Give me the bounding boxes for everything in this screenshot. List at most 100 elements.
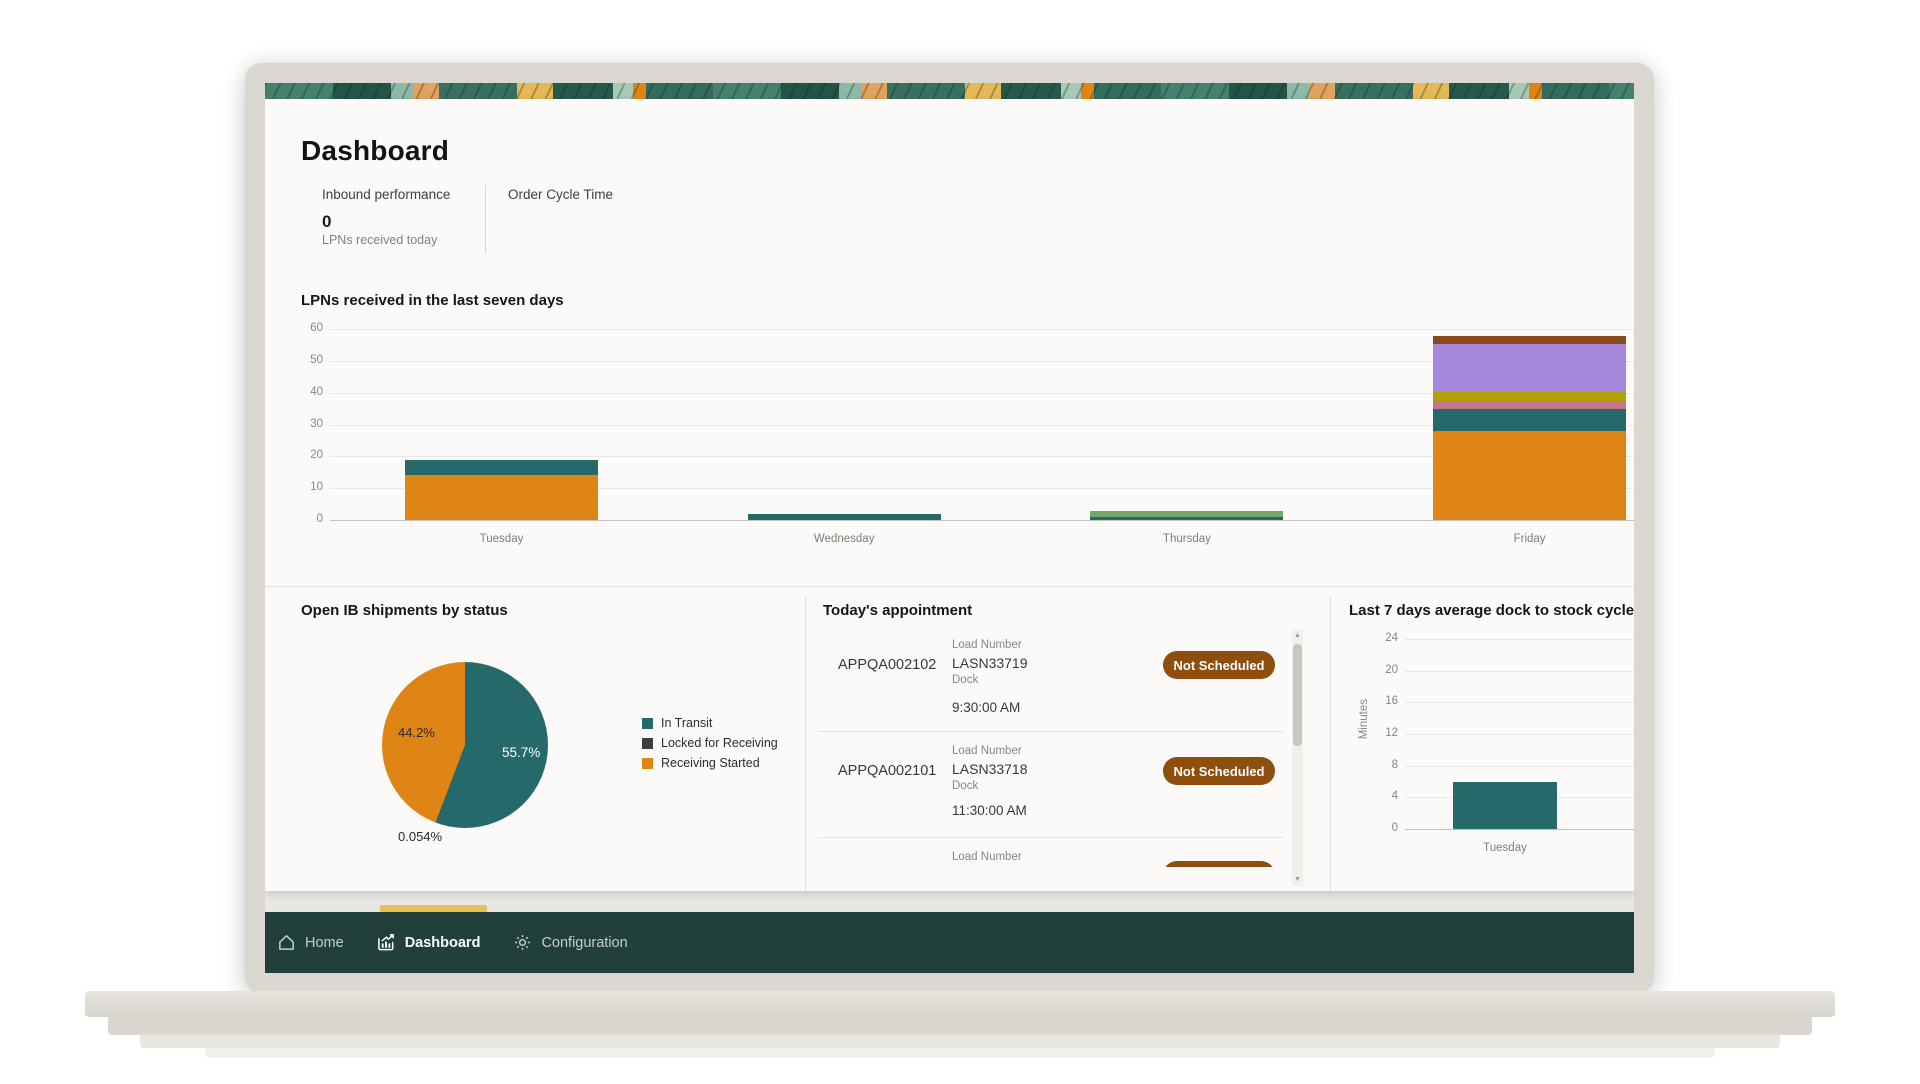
appointment-id: APPQA002102: [838, 657, 936, 673]
load-number-label: Load Number: [952, 851, 1022, 863]
gridline: [1405, 829, 1634, 830]
y-tick-label: 16: [1358, 695, 1398, 707]
tab-divider: [485, 185, 486, 253]
legend-label-locked-for-receiving: Locked for Receiving: [661, 736, 778, 750]
load-number-value: LASN33718: [952, 761, 1028, 777]
legend-swatch-locked-for-receiving: [642, 738, 653, 749]
load-number-label: Load Number: [952, 639, 1022, 651]
decorative-banner: [265, 83, 1634, 99]
nav-item-home[interactable]: Home: [277, 933, 344, 952]
gridline: [1405, 766, 1634, 767]
row-divider: [818, 837, 1283, 838]
y-tick-label: 30: [283, 418, 323, 430]
chart-title-lpns-last-seven-days: LPNs received in the last seven days: [301, 292, 564, 309]
x-tick-label: Thursday: [1090, 533, 1283, 545]
load-number-value: LASN33719: [952, 655, 1028, 671]
app-screen: Dashboard Inbound performance Order Cycl…: [265, 83, 1634, 973]
x-tick-label: Friday: [1433, 533, 1626, 545]
status-badge-not-scheduled: Not Scheduled: [1163, 757, 1275, 785]
panel-divider: [1330, 596, 1331, 891]
pie-label-receiving-started: 44.2%: [398, 725, 435, 740]
page-title: Dashboard: [301, 135, 449, 167]
kpi-lpns-received-value: 0: [322, 212, 331, 232]
y-tick-label: 20: [1358, 664, 1398, 676]
chart-title-dock-to-stock: Last 7 days average dock to stock cycle …: [1349, 602, 1634, 619]
bar-segment: [1433, 401, 1626, 409]
y-tick-label: 10: [283, 481, 323, 493]
scrollbar-up-arrow-icon[interactable]: ▲: [1292, 629, 1303, 642]
nav-label-configuration: Configuration: [541, 935, 627, 951]
lpns-bar-chart: 0102030405060TuesdayWednesdayThursdayFri…: [330, 329, 1634, 520]
list-clip-overlay: [818, 867, 1288, 891]
bar-segment: [1090, 511, 1283, 517]
legend-label-in-transit: In Transit: [661, 716, 712, 730]
gridline: [330, 329, 1634, 330]
bar-segment: [1433, 344, 1626, 392]
appointments-title: Today's appointment: [823, 602, 972, 619]
nav-label-home: Home: [305, 935, 344, 951]
appointment-time: 9:30:00 AM: [952, 700, 1020, 715]
bar-segment: [405, 475, 598, 520]
bar-segment: [1433, 392, 1626, 401]
bar-segment: [1433, 336, 1626, 344]
nav-item-configuration[interactable]: Configuration: [513, 933, 627, 952]
legend-swatch-receiving-started: [642, 758, 653, 769]
y-tick-label: 0: [1358, 822, 1398, 834]
bar-segment: [405, 460, 598, 476]
y-tick-label: 50: [283, 354, 323, 366]
dock-to-stock-bar-chart: 04812162024Tuesday: [1405, 639, 1634, 829]
y-tick-label: 60: [283, 322, 323, 334]
laptop-base: [85, 991, 1835, 1017]
legend-label-receiving-started: Receiving Started: [661, 756, 760, 770]
bottom-nav: Home Dashboard Configuration: [265, 912, 1634, 973]
section-divider: [265, 586, 1634, 587]
y-tick-label: 40: [283, 386, 323, 398]
legend-item-receiving-started: Receiving Started: [642, 756, 760, 770]
gear-icon: [513, 933, 532, 952]
active-tab-indicator: [380, 905, 487, 912]
scrollbar-down-arrow-icon[interactable]: ▼: [1292, 873, 1303, 886]
appointments-scrollbar[interactable]: ▲ ▼: [1292, 629, 1303, 886]
y-tick-label: 24: [1358, 632, 1398, 644]
gridline: [1405, 702, 1634, 703]
bar-segment: [1433, 431, 1626, 520]
y-tick-label: 12: [1358, 727, 1398, 739]
status-badge-not-scheduled: Not Scheduled: [1163, 651, 1275, 679]
scrollbar-thumb[interactable]: [1293, 644, 1302, 746]
laptop-frame: Dashboard Inbound performance Order Cycl…: [245, 63, 1654, 993]
nav-item-dashboard[interactable]: Dashboard: [377, 933, 481, 952]
bar-segment: [1433, 409, 1626, 431]
y-tick-label: 8: [1358, 759, 1398, 771]
gridline: [1405, 639, 1634, 640]
chart-title-open-ib-shipments: Open IB shipments by status: [301, 602, 508, 619]
gridline: [1405, 671, 1634, 672]
dock-label: Dock: [952, 674, 978, 686]
x-tick-label: Tuesday: [1453, 842, 1557, 854]
tab-inbound-performance[interactable]: Inbound performance: [322, 187, 450, 202]
row-divider: [818, 731, 1283, 732]
y-tick-label: 0: [283, 513, 323, 525]
x-tick-label: Tuesday: [405, 533, 598, 545]
laptop-base-shadow: [108, 1015, 1812, 1035]
tab-order-cycle-time[interactable]: Order Cycle Time: [508, 187, 613, 202]
bar-segment: [748, 514, 941, 520]
dock-label: Dock: [952, 780, 978, 792]
y-tick-label: 4: [1358, 790, 1398, 802]
nav-label-dashboard: Dashboard: [405, 935, 481, 951]
dashboard-content: Dashboard Inbound performance Order Cycl…: [265, 99, 1634, 891]
bar-segment: [1090, 517, 1283, 520]
home-icon: [277, 933, 296, 952]
panel-divider: [805, 596, 806, 891]
gridline: [1405, 734, 1634, 735]
pie-label-locked-for-receiving: 0.054%: [398, 829, 442, 844]
gridline: [330, 520, 1634, 521]
bar-segment: [1453, 782, 1557, 830]
x-tick-label: Wednesday: [748, 533, 941, 545]
legend-item-in-transit: In Transit: [642, 716, 712, 730]
appointment-time: 11:30:00 AM: [952, 803, 1027, 818]
dashboard-chart-icon: [377, 933, 396, 952]
pie-label-in-transit: 55.7%: [502, 745, 540, 760]
y-tick-label: 20: [283, 449, 323, 461]
load-number-label: Load Number: [952, 745, 1022, 757]
legend-item-locked-for-receiving: Locked for Receiving: [642, 736, 778, 750]
